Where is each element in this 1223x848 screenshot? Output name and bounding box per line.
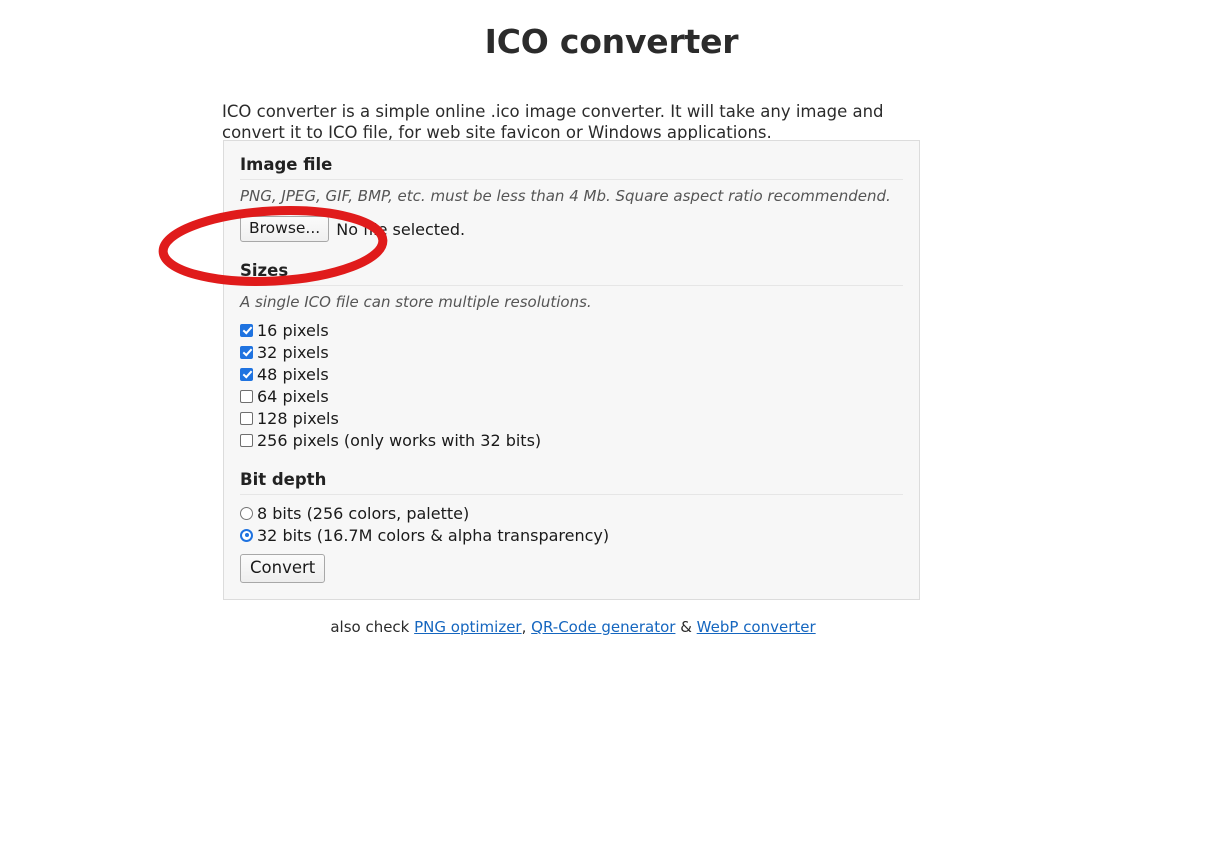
convert-button[interactable]: Convert — [240, 554, 326, 583]
browse-button[interactable]: Browse... — [240, 216, 330, 242]
section-bit-depth: Bit depth 8 bits (256 colors, palette) 3… — [224, 470, 919, 583]
size-option-label: 256 pixels (only works with 32 bits) — [257, 430, 542, 450]
size-option-128[interactable]: 128 pixels — [240, 407, 903, 429]
section-heading-sizes: Sizes — [240, 261, 903, 286]
converter-form-panel: Image file PNG, JPEG, GIF, BMP, etc. mus… — [223, 140, 920, 600]
size-option-label: 64 pixels — [257, 386, 329, 406]
radio-32-bits[interactable] — [240, 528, 253, 542]
bit-depth-option-label: 8 bits (256 colors, palette) — [257, 503, 470, 523]
size-option-16[interactable]: 16 pixels — [240, 319, 903, 341]
checkbox-64-pixels[interactable] — [240, 389, 253, 403]
file-status-label: No file selected. — [336, 219, 466, 239]
link-png-optimizer[interactable]: PNG optimizer — [414, 618, 521, 636]
page-title: ICO converter — [484, 22, 739, 61]
size-option-label: 128 pixels — [257, 408, 339, 428]
footer-separator-2: & — [675, 618, 697, 636]
checkbox-16-pixels[interactable] — [240, 323, 253, 337]
footer-prefix: also check — [330, 618, 415, 636]
checkbox-48-pixels[interactable] — [240, 367, 253, 381]
section-image-file: Image file PNG, JPEG, GIF, BMP, etc. mus… — [224, 141, 919, 242]
sizes-description: A single ICO file can store multiple res… — [240, 293, 592, 311]
size-option-label: 32 pixels — [257, 342, 329, 362]
bit-depth-option-8[interactable]: 8 bits (256 colors, palette) — [240, 502, 903, 524]
bit-depth-radio-list: 8 bits (256 colors, palette) 32 bits (16… — [240, 502, 903, 546]
size-option-256[interactable]: 256 pixels (only works with 32 bits) — [240, 429, 903, 451]
radio-8-bits[interactable] — [240, 506, 253, 520]
bit-depth-option-label: 32 bits (16.7M colors & alpha transparen… — [257, 525, 610, 545]
size-option-label: 48 pixels — [257, 364, 329, 384]
size-option-label: 16 pixels — [257, 320, 329, 340]
footer: also check PNG optimizer, QR-Code genera… — [0, 618, 1146, 636]
size-option-32[interactable]: 32 pixels — [240, 341, 903, 363]
sizes-checkbox-list: 16 pixels 32 pixels 48 pixels 64 pixels … — [240, 319, 903, 451]
bit-depth-option-32[interactable]: 32 bits (16.7M colors & alpha transparen… — [240, 524, 903, 546]
link-qr-code-generator[interactable]: QR-Code generator — [531, 618, 675, 636]
image-file-description: PNG, JPEG, GIF, BMP, etc. must be less t… — [240, 187, 891, 205]
size-option-64[interactable]: 64 pixels — [240, 385, 903, 407]
section-sizes: Sizes A single ICO file can store multip… — [224, 261, 919, 451]
link-webp-converter[interactable]: WebP converter — [697, 618, 816, 636]
section-heading-bit-depth: Bit depth — [240, 470, 903, 495]
section-heading-image-file: Image file — [240, 155, 903, 180]
footer-separator-1: , — [521, 618, 532, 636]
file-input-row[interactable]: Browse... No file selected. — [240, 216, 903, 242]
size-option-48[interactable]: 48 pixels — [240, 363, 903, 385]
checkbox-256-pixels[interactable] — [240, 433, 253, 447]
checkbox-32-pixels[interactable] — [240, 345, 253, 359]
checkbox-128-pixels[interactable] — [240, 411, 253, 425]
intro-paragraph: ICO converter is a simple online .ico im… — [222, 101, 884, 143]
